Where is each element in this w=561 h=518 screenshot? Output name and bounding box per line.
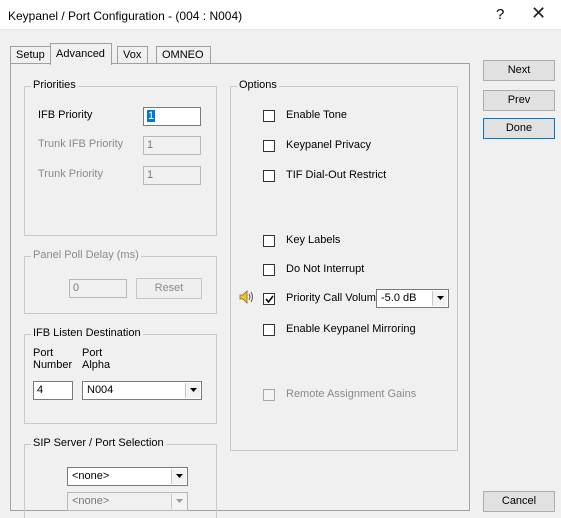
key-labels-checkbox[interactable]	[263, 235, 275, 247]
options-group: Options Enable Tone Keypanel Privacy TIF…	[230, 79, 458, 451]
tab-vox[interactable]: Vox	[117, 46, 149, 64]
trunk-ifb-priority-input[interactable]: 1	[143, 136, 201, 155]
title-bar: Keypanel / Port Configuration - (004 : N…	[0, 0, 561, 30]
priorities-group: Priorities IFB Priority 1 Trunk IFB Prio…	[24, 79, 217, 236]
panel-poll-legend: Panel Poll Delay (ms)	[31, 249, 141, 261]
ifb-priority-value: 1	[147, 110, 156, 122]
enable-mirroring-label: Enable Keypanel Mirroring	[286, 323, 416, 335]
keypanel-privacy-checkbox[interactable]	[263, 140, 275, 152]
ifb-listen-group: IFB Listen Destination Port Number Port …	[24, 327, 217, 424]
tif-dialout-checkbox[interactable]	[263, 170, 275, 182]
options-legend: Options	[237, 79, 279, 91]
port-alpha-select[interactable]: N004	[82, 381, 202, 400]
help-button[interactable]: ?	[496, 6, 504, 23]
ifb-priority-label: IFB Priority	[38, 109, 93, 121]
tab-advanced[interactable]: Advanced	[50, 43, 112, 65]
priority-call-volume-checkbox[interactable]	[263, 293, 275, 305]
chevron-down-icon[interactable]	[171, 469, 186, 484]
priorities-legend: Priorities	[31, 79, 78, 91]
advanced-tab-panel: Priorities IFB Priority 1 Trunk IFB Prio…	[10, 63, 470, 518]
priority-call-volume-label: Priority Call Volume	[286, 292, 382, 304]
port-number-input[interactable]: 4	[33, 381, 73, 400]
checkmark-icon	[265, 295, 274, 304]
do-not-interrupt-label: Do Not Interrupt	[286, 263, 365, 275]
sip-server-value: <none>	[72, 470, 110, 482]
ifb-listen-legend: IFB Listen Destination	[31, 327, 143, 339]
port-alpha-value: N004	[87, 384, 114, 396]
tab-omneo[interactable]: OMNEO	[156, 46, 211, 64]
enable-mirroring-checkbox[interactable]	[263, 324, 275, 336]
panel-poll-input[interactable]: 0	[69, 279, 127, 298]
remote-gains-checkbox[interactable]	[263, 389, 275, 401]
chevron-down-icon[interactable]	[185, 383, 200, 398]
enable-tone-checkbox[interactable]	[263, 110, 275, 122]
trunk-priority-input[interactable]: 1	[143, 166, 201, 185]
remote-gains-label: Remote Assignment Gains	[286, 388, 417, 400]
sip-port-value: <none>	[72, 495, 110, 507]
key-labels-label: Key Labels	[286, 234, 341, 246]
ifb-priority-input[interactable]: 1	[143, 107, 201, 126]
trunk-ifb-priority-label: Trunk IFB Priority	[38, 138, 124, 150]
enable-tone-label: Enable Tone	[286, 109, 347, 121]
close-button[interactable]: ✕	[531, 3, 546, 24]
port-alpha-header-2: Alpha	[82, 359, 111, 371]
prev-button[interactable]: Prev	[483, 90, 555, 111]
cancel-button[interactable]: Cancel	[483, 491, 555, 512]
next-button[interactable]: Next	[483, 60, 555, 81]
panel-poll-group: Panel Poll Delay (ms) 0 Reset	[24, 249, 217, 314]
chevron-down-icon[interactable]	[171, 494, 186, 509]
port-number-header-2: Number	[33, 359, 73, 371]
sip-port-select[interactable]: <none>	[67, 492, 188, 511]
sip-legend: SIP Server / Port Selection	[31, 437, 166, 449]
tif-dialout-label: TIF Dial-Out Restrict	[286, 169, 387, 181]
do-not-interrupt-checkbox[interactable]	[263, 264, 275, 276]
dialog-client: Setup Advanced Vox OMNEO Priorities IFB …	[0, 30, 561, 518]
tab-setup[interactable]: Setup	[10, 46, 52, 64]
window-title: Keypanel / Port Configuration - (004 : N…	[8, 9, 243, 23]
port-alpha-header-1: Port	[82, 347, 103, 359]
reset-button[interactable]: Reset	[136, 278, 202, 299]
speaker-icon[interactable]	[239, 290, 255, 307]
keypanel-privacy-label: Keypanel Privacy	[286, 139, 371, 151]
done-button[interactable]: Done	[483, 118, 555, 139]
sip-server-select[interactable]: <none>	[67, 467, 188, 486]
priority-call-volume-select[interactable]: -5.0 dB	[376, 289, 449, 308]
priority-call-volume-value: -5.0 dB	[381, 292, 417, 304]
chevron-down-icon[interactable]	[432, 291, 447, 306]
port-number-header-1: Port	[33, 347, 54, 359]
trunk-priority-label: Trunk Priority	[38, 168, 103, 180]
